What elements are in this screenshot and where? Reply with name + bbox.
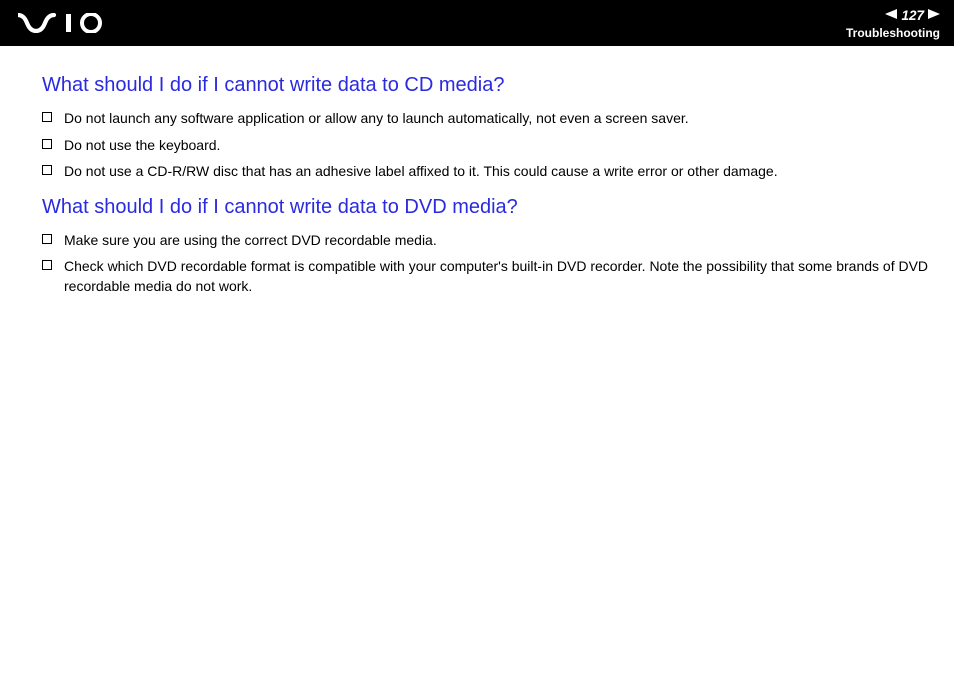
- list-item: Do not use the keyboard.: [42, 136, 932, 156]
- bullet-icon: [42, 165, 52, 175]
- list-item-text: Make sure you are using the correct DVD …: [64, 231, 932, 251]
- page-navigation: 127: [885, 6, 940, 24]
- header-nav: 127 Troubleshooting: [846, 6, 940, 40]
- question-heading: What should I do if I cannot write data …: [42, 196, 932, 219]
- list-item-text: Check which DVD recordable format is com…: [64, 257, 932, 296]
- bullet-icon: [42, 260, 52, 270]
- list-item: Make sure you are using the correct DVD …: [42, 231, 932, 251]
- answer-list: Do not launch any software application o…: [42, 109, 932, 182]
- list-item: Do not launch any software application o…: [42, 109, 932, 129]
- next-page-arrow-icon[interactable]: [928, 6, 940, 24]
- list-item: Check which DVD recordable format is com…: [42, 257, 932, 296]
- bullet-icon: [42, 234, 52, 244]
- bullet-icon: [42, 112, 52, 122]
- page-number: 127: [901, 8, 924, 23]
- prev-page-arrow-icon[interactable]: [885, 6, 897, 24]
- vaio-logo: [18, 0, 114, 46]
- list-item-text: Do not use a CD-R/RW disc that has an ad…: [64, 162, 932, 182]
- page-header: 127 Troubleshooting: [0, 0, 954, 46]
- list-item-text: Do not use the keyboard.: [64, 136, 932, 156]
- answer-list: Make sure you are using the correct DVD …: [42, 231, 932, 297]
- section-title: Troubleshooting: [846, 26, 940, 40]
- bullet-icon: [42, 139, 52, 149]
- question-heading: What should I do if I cannot write data …: [42, 74, 932, 97]
- list-item: Do not use a CD-R/RW disc that has an ad…: [42, 162, 932, 182]
- page-content: What should I do if I cannot write data …: [0, 46, 954, 327]
- list-item-text: Do not launch any software application o…: [64, 109, 932, 129]
